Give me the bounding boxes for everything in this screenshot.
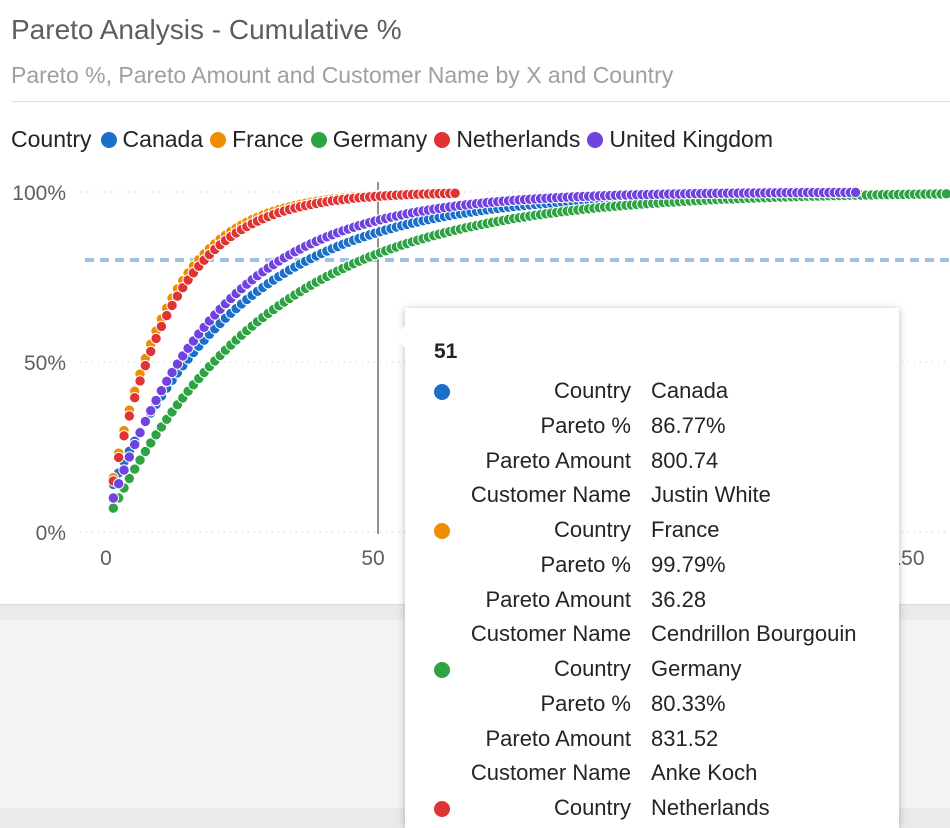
y-tick-label: 0% (36, 522, 66, 545)
data-point[interactable] (107, 492, 120, 504)
tooltip-value: 800.74 (651, 447, 719, 473)
legend-dot-icon (434, 131, 451, 148)
data-point[interactable] (155, 384, 168, 397)
data-point[interactable] (129, 392, 141, 404)
data-point[interactable] (155, 320, 168, 333)
legend-item-united-kingdom[interactable]: United Kingdom (587, 126, 773, 153)
legend-dot-icon (210, 131, 227, 148)
series-dot-icon (434, 662, 450, 678)
legend-item-canada[interactable]: Canada (100, 126, 204, 153)
legend-label: United Kingdom (609, 126, 773, 152)
data-point[interactable] (150, 394, 162, 407)
y-tick-label: 50% (24, 352, 66, 375)
tooltip-row: Pareto % 86.77% (405, 413, 899, 443)
tooltip-row: Pareto % 99.79% (405, 552, 899, 582)
legend-item-germany[interactable]: Germany (310, 126, 428, 153)
tooltip-arrow (394, 326, 405, 348)
data-point[interactable] (161, 309, 173, 322)
x-tick-label: 50 (361, 547, 384, 570)
tooltip-label: Country (553, 517, 631, 542)
legend-dot-icon (587, 131, 604, 148)
data-point[interactable] (107, 502, 120, 514)
tooltip-value: 36.28 (651, 586, 707, 612)
legend: Country Canada France Germany Netherland… (11, 126, 780, 153)
tooltip-value: Justin White (651, 482, 771, 508)
y-tick-label: 100% (12, 182, 66, 205)
tooltip-label: Country (553, 656, 631, 681)
tooltip-value: 831.52 (651, 725, 719, 751)
tooltip-row: Country Canada (405, 378, 899, 408)
tooltip-row: Country Germany (405, 656, 899, 686)
legend-dot-icon (100, 131, 117, 148)
tooltip-label: Pareto % (540, 412, 632, 438)
tooltip-label: Customer Name (470, 760, 631, 786)
chart-title: Pareto Analysis - Cumulative % (11, 14, 402, 45)
tooltip-label: Pareto Amount (485, 725, 631, 751)
legend-label: Netherlands (456, 126, 581, 152)
tooltip-row: Pareto Amount 800.74 (405, 448, 899, 478)
tooltip-value: Germany (651, 656, 742, 681)
tooltip-row: Customer Name Cendrillon Bourgouin (405, 621, 899, 651)
tooltip-label: Pareto % (540, 690, 632, 716)
tooltip-row: Customer Name Anke Koch (405, 760, 899, 790)
series-dot-icon (434, 523, 450, 539)
tooltip-value: 86.77% (651, 412, 726, 438)
legend-label: Germany (332, 126, 428, 152)
data-point[interactable] (134, 375, 146, 387)
tooltip-label: Pareto Amount (485, 586, 631, 612)
legend-title: Country (11, 126, 92, 152)
data-point[interactable] (449, 187, 461, 199)
tooltip: 51 Country Canada Pareto % 86.77% Pareto Amo… (394, 308, 899, 828)
data-point[interactable] (150, 332, 162, 345)
data-point[interactable] (139, 415, 152, 428)
tooltip-value: 80.33% (651, 690, 726, 716)
data-point[interactable] (123, 451, 136, 463)
data-point[interactable] (145, 345, 157, 358)
tooltip-value: France (651, 517, 720, 542)
tooltip-header: 51 (434, 340, 458, 363)
data-point[interactable] (940, 188, 950, 200)
data-point[interactable] (166, 299, 178, 312)
legend-label: France (232, 126, 304, 152)
tooltip-row: Country France (405, 517, 899, 547)
data-point[interactable] (129, 438, 141, 451)
tooltip-label: Country (553, 378, 631, 403)
data-point[interactable] (134, 427, 146, 439)
series-dot-icon (434, 384, 450, 400)
data-point[interactable] (139, 359, 152, 372)
legend-item-netherlands[interactable]: Netherlands (434, 126, 580, 153)
tooltip-value: Netherlands (651, 795, 770, 820)
data-point[interactable] (112, 451, 125, 464)
tooltip-row: Customer Name Justin White (405, 482, 899, 512)
tooltip-label: Customer Name (470, 482, 631, 508)
legend-item-france[interactable]: France (210, 126, 304, 153)
tooltip-row: Pareto Amount 36.28 (405, 587, 899, 617)
chart-subtitle: Pareto %, Pareto Amount and Customer Nam… (11, 62, 674, 88)
header-divider (11, 101, 950, 102)
tooltip-row: Country Netherlands (405, 795, 899, 825)
data-point[interactable] (112, 477, 125, 490)
tooltip-row: Pareto Amount 831.52 (405, 726, 899, 756)
data-point[interactable] (118, 430, 130, 442)
tooltip-row: Pareto % 80.33% (405, 691, 899, 721)
data-point[interactable] (118, 464, 130, 476)
data-point[interactable] (123, 410, 136, 422)
tooltip-label: Pareto Amount (485, 447, 631, 473)
tooltip-value: Anke Koch (651, 760, 758, 786)
tooltip-value: Cendrillon Bourgouin (651, 621, 857, 647)
legend-dot-icon (310, 131, 327, 148)
data-point[interactable] (145, 404, 157, 417)
tooltip-value: 99.79% (651, 551, 726, 577)
series-dot-icon (434, 801, 450, 817)
tooltip-label: Country (553, 795, 631, 820)
legend-label: Canada (122, 126, 204, 152)
data-point[interactable] (849, 186, 862, 199)
tooltip-value: Canada (651, 378, 729, 403)
x-tick-label: 0 (100, 547, 112, 570)
tooltip-label: Customer Name (470, 621, 631, 647)
tooltip-label: Pareto % (540, 551, 632, 577)
